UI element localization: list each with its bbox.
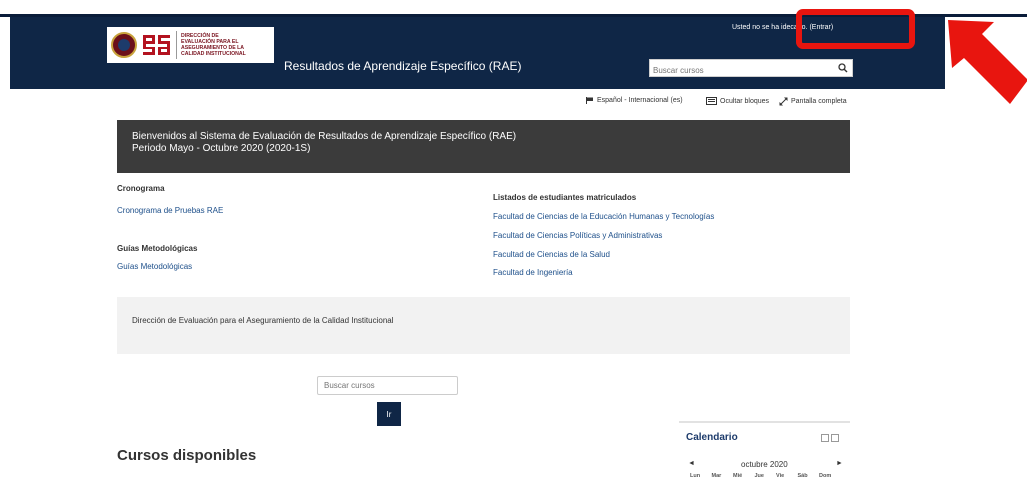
search-go-button[interactable]: Ir (377, 402, 401, 426)
schedule-link[interactable]: Cronograma de Pruebas RAE (117, 206, 223, 215)
info-box: Dirección de Evaluación para el Aseguram… (117, 297, 850, 354)
weekday-label: Mar (711, 473, 722, 479)
institution-logo[interactable]: DIRECCIÓN DE EVALUACIÓN PARA EL ASEGURAM… (107, 27, 274, 63)
language-label: Español - Internacional (es) (597, 97, 683, 104)
faculty-link-engineering[interactable]: Facultad de Ingeniería (493, 268, 573, 277)
guides-link[interactable]: Guías Metodológicas (117, 262, 192, 271)
weekday-label: Sáb (797, 473, 808, 479)
welcome-line-2: Periodo Mayo - Octubre 2020 (2020-1S) (132, 143, 311, 154)
course-search-input[interactable] (317, 376, 458, 395)
blocks-icon (706, 97, 717, 105)
site-name[interactable]: Resultados de Aprendizaje Específico (RA… (284, 59, 521, 73)
logo-text: DIRECCIÓN DE EVALUACIÓN PARA EL ASEGURAM… (181, 33, 246, 57)
faculty-link-health[interactable]: Facultad de Ciencias de la Salud (493, 250, 610, 259)
annotation-highlight-box (796, 9, 915, 49)
calendar-month[interactable]: octubre 2020 (741, 460, 788, 469)
seal-icon (111, 32, 137, 58)
block-dock-icon[interactable] (821, 434, 829, 442)
language-menu[interactable]: Español - Internacional (es) (586, 97, 683, 104)
annotation-arrow-icon (948, 20, 1027, 104)
logo-separator (176, 31, 177, 59)
expand-icon (779, 97, 788, 106)
block-collapse-icon[interactable] (831, 434, 839, 442)
flag-icon (586, 97, 593, 104)
enrolled-lists-heading: Listados de estudiantes matriculados (493, 193, 637, 202)
navbar-search (649, 59, 853, 79)
weekday-label: Dom (819, 473, 832, 479)
hide-blocks-label: Ocultar bloques (720, 97, 770, 105)
available-courses-heading: Cursos disponibles (117, 447, 257, 464)
calendar-weekdays: Lun Mar Mié Jue Vie Sáb Dom (690, 473, 841, 479)
weekday-label: Lun (690, 473, 701, 479)
schedule-heading: Cronograma (117, 184, 165, 193)
fullscreen-button[interactable]: Pantalla completa (779, 97, 847, 106)
weekday-label: Vie (776, 473, 785, 479)
guides-heading: Guías Metodológicas (117, 244, 198, 253)
navbar-search-input[interactable] (650, 62, 830, 79)
calendar-prev-month-icon[interactable]: ◄ (688, 460, 695, 467)
brand-mark-icon (142, 32, 172, 58)
calendar-next-month-icon[interactable]: ► (836, 460, 843, 467)
faculty-link-education[interactable]: Facultad de Ciencias de la Educación Hum… (493, 212, 714, 221)
calendar-block: Calendario ◄ octubre 2020 ► Lun Mar Mié … (679, 421, 850, 479)
search-icon[interactable] (838, 63, 848, 73)
hide-blocks-button[interactable]: Ocultar bloques (706, 97, 769, 105)
welcome-banner: Bienvenidos al Sistema de Evaluación de … (117, 120, 850, 173)
weekday-label: Mié (733, 473, 743, 479)
calendar-title: Calendario (686, 432, 738, 443)
login-text-prefix: Usted no se ha ide (732, 24, 791, 31)
weekday-label: Jue (754, 473, 764, 479)
info-box-text: Dirección de Evaluación para el Aseguram… (132, 316, 394, 325)
faculty-link-political[interactable]: Facultad de Ciencias Políticas y Adminis… (493, 231, 662, 240)
welcome-line-1: Bienvenidos al Sistema de Evaluación de … (132, 131, 517, 142)
fullscreen-label: Pantalla completa (791, 98, 847, 105)
